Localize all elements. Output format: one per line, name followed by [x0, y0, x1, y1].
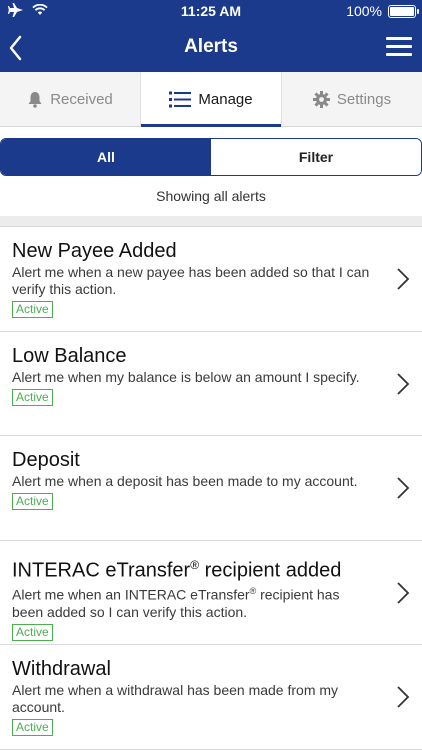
alert-item-low-balance[interactable]: Low Balance Alert me when my balance is … — [0, 332, 422, 436]
chevron-right-icon — [397, 372, 410, 395]
alert-title: Low Balance — [12, 344, 127, 367]
tab-received[interactable]: Received — [0, 72, 140, 126]
tab-manage[interactable]: Manage — [140, 72, 282, 127]
alert-title: INTERAC eTransfer® recipient added — [12, 553, 372, 583]
tab-settings[interactable]: Settings — [282, 72, 422, 126]
hamburger-menu-icon[interactable] — [386, 37, 412, 59]
tab-label: Settings — [336, 90, 392, 108]
gear-icon — [312, 90, 330, 108]
showing-status-text: Showing all alerts — [156, 188, 266, 204]
status-badge: Active — [12, 493, 53, 510]
filter-segmented-control: All Filter — [0, 138, 422, 176]
battery-icon — [388, 4, 419, 18]
alert-desc-start: Alert me when an INTERAC eTransfer — [12, 586, 250, 603]
alert-item-new-payee[interactable]: New Payee Added Alert me when a new paye… — [0, 227, 422, 332]
registered-mark: ® — [190, 557, 200, 572]
alerts-list: New Payee Added Alert me when a new paye… — [0, 227, 422, 750]
all-alerts-button[interactable]: All — [1, 139, 211, 175]
alert-title: Deposit — [12, 449, 80, 471]
alert-description: Alert me when a deposit has been made to… — [12, 473, 358, 489]
alert-item-deposit[interactable]: Deposit Alert me when a deposit has been… — [0, 436, 422, 541]
alert-item-withdrawal[interactable]: Withdrawal Alert me when a withdrawal ha… — [0, 645, 422, 750]
status-bar: 11:25 AM 100% — [0, 0, 422, 24]
alert-description: Alert me when a withdrawal has been made… — [12, 682, 339, 715]
status-badge: Active — [12, 388, 53, 406]
status-badge: Active — [12, 623, 53, 641]
alert-title: Withdrawal — [12, 658, 111, 680]
tab-label: Manage — [198, 90, 253, 108]
status-badge: Active — [12, 301, 53, 318]
alert-title-brand: INTERAC eTransfer — [12, 559, 191, 582]
section-divider — [0, 216, 422, 227]
app-header: 11:25 AM 100% Alerts — [0, 0, 422, 72]
tab-bar: Received Manage Settings — [0, 72, 422, 127]
status-badge: Active — [12, 719, 53, 736]
chevron-right-icon — [397, 477, 410, 499]
tab-label: Received — [50, 90, 113, 108]
alert-item-interac-recipient[interactable]: INTERAC eTransfer® recipient added Alert… — [0, 541, 422, 645]
list-icon — [169, 91, 192, 107]
chevron-right-icon — [397, 581, 410, 604]
chevron-right-icon — [397, 686, 410, 708]
alert-description: Alert me when a new payee has been added… — [12, 264, 370, 297]
alert-title-rest: recipient added — [199, 559, 342, 582]
page-title: Alerts — [184, 36, 238, 57]
bell-icon — [28, 91, 42, 108]
battery-percent: 100% — [346, 3, 382, 19]
filter-button[interactable]: Filter — [211, 139, 421, 175]
chevron-right-icon — [397, 268, 410, 290]
alert-description: Alert me when my balance is below an amo… — [12, 368, 360, 385]
alert-description: Alert me when an INTERAC eTransfer® reci… — [12, 583, 372, 621]
alert-title: New Payee Added — [12, 240, 177, 262]
